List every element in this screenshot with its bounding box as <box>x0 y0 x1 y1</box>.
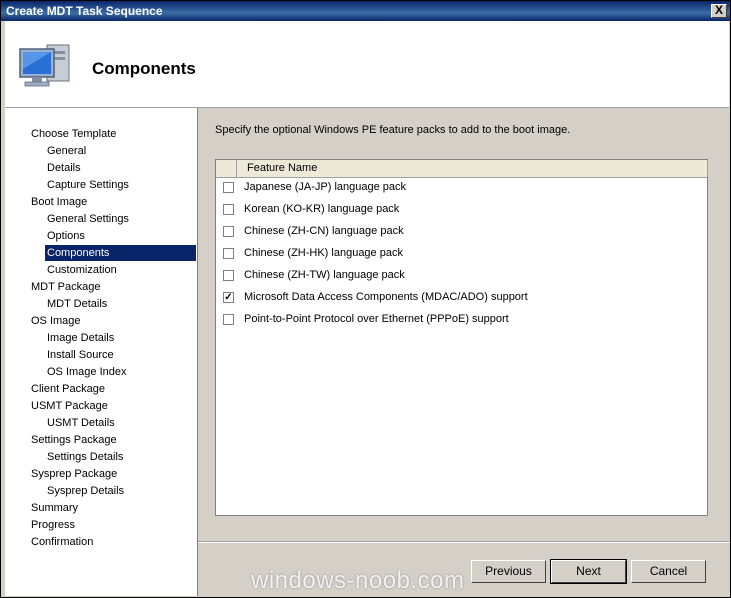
nav-item-confirmation[interactable]: Confirmation <box>29 534 97 550</box>
nav-item-customization[interactable]: Customization <box>45 262 121 278</box>
list-item[interactable]: Japanese (JA-JP) language pack <box>216 179 707 199</box>
wizard-nav: Choose Template General Details Capture Set… <box>5 108 197 596</box>
feature-checkbox[interactable] <box>223 248 234 259</box>
list-item[interactable]: Korean (KO-KR) language pack <box>216 201 707 221</box>
nav-item-progress[interactable]: Progress <box>29 517 79 533</box>
nav-item-install-source[interactable]: Install Source <box>45 347 118 363</box>
feature-checkbox[interactable] <box>223 270 234 281</box>
feature-checkbox[interactable]: ✓ <box>223 292 234 303</box>
close-button[interactable]: X <box>711 4 727 18</box>
feature-checkbox[interactable] <box>223 182 234 193</box>
nav-item-image-details[interactable]: Image Details <box>45 330 118 346</box>
checkbox-column-header[interactable] <box>216 160 237 177</box>
feature-label: Microsoft Data Access Components (MDAC/A… <box>244 291 528 303</box>
nav-item-settings-details[interactable]: Settings Details <box>45 449 127 465</box>
list-item[interactable]: Chinese (ZH-HK) language pack <box>216 245 707 265</box>
list-item[interactable]: Chinese (ZH-TW) language pack <box>216 267 707 287</box>
nav-item-os-image[interactable]: OS Image <box>29 313 85 329</box>
wizard-header: Components <box>5 21 729 108</box>
nav-item-general[interactable]: General <box>45 143 90 159</box>
list-header: Feature Name <box>216 160 708 178</box>
nav-item-details[interactable]: Details <box>45 160 85 176</box>
nav-item-usmt-package[interactable]: USMT Package <box>29 398 112 414</box>
window-title: Create MDT Task Sequence <box>6 4 163 18</box>
nav-item-boot-image[interactable]: Boot Image <box>29 194 91 210</box>
nav-item-summary[interactable]: Summary <box>29 500 82 516</box>
feature-list[interactable]: Feature Name Japanese (JA-JP) language p… <box>215 159 708 516</box>
feature-label: Chinese (ZH-CN) language pack <box>244 225 404 237</box>
feature-label: Chinese (ZH-TW) language pack <box>244 269 405 281</box>
title-bar: Create MDT Task Sequence X <box>1 1 730 21</box>
computer-monitor-icon <box>19 44 70 87</box>
page-title: Components <box>92 59 196 78</box>
feature-label: Chinese (ZH-HK) language pack <box>244 247 403 259</box>
button-separator <box>198 541 729 543</box>
nav-item-settings-package[interactable]: Settings Package <box>29 432 121 448</box>
list-item[interactable]: Point-to-Point Protocol over Ethernet (P… <box>216 311 707 331</box>
nav-item-usmt-details[interactable]: USMT Details <box>45 415 119 431</box>
feature-checkbox[interactable] <box>223 314 234 325</box>
nav-item-os-image-index[interactable]: OS Image Index <box>45 364 131 380</box>
next-button[interactable]: Next <box>550 559 627 584</box>
nav-item-sysprep-details[interactable]: Sysprep Details <box>45 483 128 499</box>
instructions-text: Specify the optional Windows PE feature … <box>215 124 571 136</box>
nav-item-client-package[interactable]: Client Package <box>29 381 109 397</box>
feature-label: Korean (KO-KR) language pack <box>244 203 400 215</box>
previous-button[interactable]: Previous <box>471 560 546 583</box>
nav-item-capture-settings[interactable]: Capture Settings <box>45 177 133 193</box>
list-item[interactable]: Chinese (ZH-CN) language pack <box>216 223 707 243</box>
divider <box>197 108 198 596</box>
feature-label: Japanese (JA-JP) language pack <box>244 181 407 193</box>
cancel-button[interactable]: Cancel <box>631 560 706 583</box>
nav-item-components[interactable]: Components <box>45 245 196 261</box>
feature-name-column-header[interactable]: Feature Name <box>238 160 708 177</box>
feature-label: Point-to-Point Protocol over Ethernet (P… <box>244 313 509 325</box>
nav-item-sysprep-package[interactable]: Sysprep Package <box>29 466 121 482</box>
list-item[interactable]: ✓ Microsoft Data Access Components (MDAC/… <box>216 289 707 309</box>
watermark: windows-noob.com <box>251 567 465 594</box>
nav-item-general-settings[interactable]: General Settings <box>45 211 133 227</box>
nav-item-choose-template[interactable]: Choose Template <box>29 126 120 142</box>
wizard-window: Create MDT Task Sequence X Components Ch… <box>0 0 731 598</box>
nav-item-mdt-details[interactable]: MDT Details <box>45 296 111 312</box>
feature-checkbox[interactable] <box>223 226 234 237</box>
nav-item-mdt-package[interactable]: MDT Package <box>29 279 105 295</box>
feature-checkbox[interactable] <box>223 204 234 215</box>
nav-item-options[interactable]: Options <box>45 228 89 244</box>
